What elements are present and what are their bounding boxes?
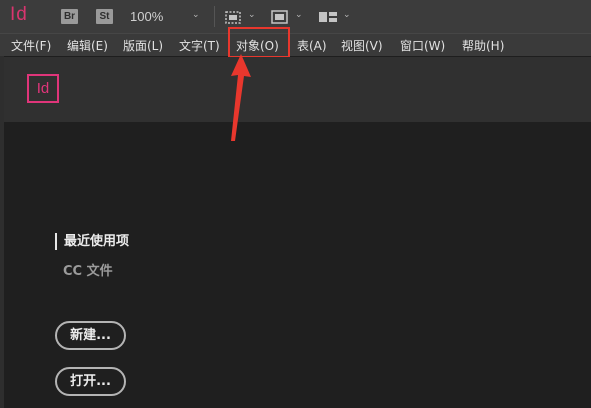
menu-view[interactable]: 视图(V)	[341, 37, 383, 54]
bridge-button[interactable]: Br	[61, 9, 78, 24]
chevron-down-icon[interactable]: ⌄	[192, 10, 200, 20]
menu-type[interactable]: 文字(T)	[179, 37, 220, 54]
menu-file[interactable]: 文件(F)	[11, 37, 51, 54]
menu-edit[interactable]: 编辑(E)	[67, 37, 108, 54]
toolbar-divider	[214, 6, 215, 27]
menu-help[interactable]: 帮助(H)	[462, 37, 504, 54]
cc-files-tab[interactable]: CC 文件	[63, 260, 113, 279]
stock-button[interactable]: St	[96, 9, 113, 24]
new-document-button[interactable]: 新建...	[55, 321, 126, 350]
annotation-arrow-icon	[231, 54, 251, 141]
start-screen-header	[4, 57, 591, 122]
recent-files-tab[interactable]: 最近使用项	[55, 233, 129, 250]
chevron-down-icon[interactable]: ⌄	[248, 10, 256, 20]
menu-table[interactable]: 表(A)	[297, 37, 327, 54]
indesign-logo-icon: Id	[10, 4, 28, 25]
menu-layout[interactable]: 版面(L)	[123, 37, 163, 54]
chevron-down-icon[interactable]: ⌄	[343, 10, 351, 20]
frame-grid-icon[interactable]	[224, 9, 244, 29]
application-bar: Id Br St 100% ⌄ ⌄ ⌄ ⌄	[0, 0, 591, 33]
zoom-level-field[interactable]: 100%	[130, 9, 163, 24]
screen-mode-icon[interactable]	[271, 9, 289, 29]
menu-window[interactable]: 窗口(W)	[400, 37, 445, 54]
menu-bar: 文件(F) 编辑(E) 版面(L) 文字(T) 对象(O) 表(A) 视图(V)…	[0, 33, 591, 56]
chevron-down-icon[interactable]: ⌄	[295, 10, 303, 20]
indesign-home-logo-icon: Id	[27, 74, 59, 103]
open-document-button[interactable]: 打开...	[55, 367, 126, 396]
arrange-documents-icon[interactable]	[318, 9, 338, 29]
